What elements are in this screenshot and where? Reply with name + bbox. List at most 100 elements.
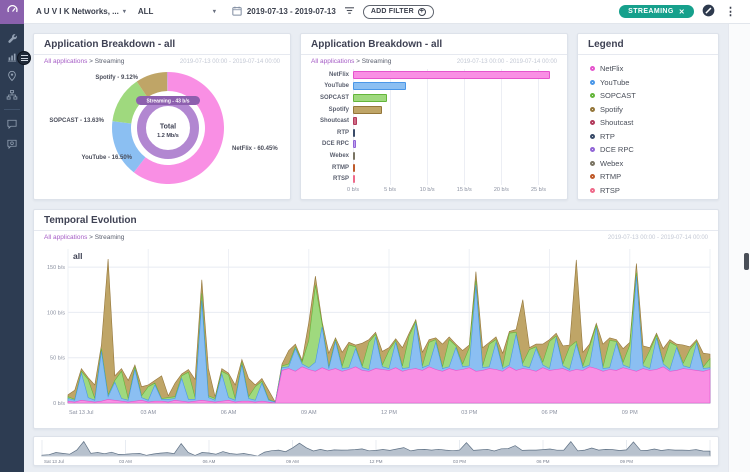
svg-text:09 PM: 09 PM xyxy=(620,459,633,464)
scope-dropdown-label: ALL xyxy=(138,7,154,16)
sidebar-item-map[interactable] xyxy=(0,68,24,84)
legend-item-rtp[interactable]: RTP xyxy=(590,130,706,144)
hbar-chart[interactable]: NetFlixYouTubeSOPCASTSpotifyShoutcastRTP… xyxy=(301,65,567,195)
legend-item-netflix[interactable]: NetFlix xyxy=(590,62,706,76)
sidebar-item-tools[interactable] xyxy=(0,30,24,46)
edit-circle-icon[interactable] xyxy=(702,4,715,19)
bar-rtp[interactable] xyxy=(353,129,355,137)
panel-temporal-evolution: Temporal Evolution All applications > St… xyxy=(33,209,719,429)
bar-row: YouTube xyxy=(353,81,557,93)
network-icon xyxy=(6,89,18,101)
wrench-icon xyxy=(6,32,18,44)
bar-row: Shoutcast xyxy=(353,115,557,127)
sidebar-item-chat[interactable] xyxy=(0,116,24,132)
gauge-icon xyxy=(6,3,19,21)
filter-lines-icon[interactable] xyxy=(344,6,355,17)
x-axis-tick: 5 b/s xyxy=(384,187,396,193)
panel-title: Application Breakdown - all xyxy=(301,34,567,55)
svg-text:Spotify - 9.12%: Spotify - 9.12% xyxy=(95,75,138,81)
svg-text:06 PM: 06 PM xyxy=(537,459,550,464)
breadcrumb-all-applications[interactable]: All applications xyxy=(44,58,87,65)
svg-text:12 PM: 12 PM xyxy=(381,410,397,416)
panel-meta: All applications > Streaming 2019-07-13 … xyxy=(34,55,290,65)
chip-remove-icon[interactable]: ✕ xyxy=(679,8,685,16)
scrollbar-thumb[interactable] xyxy=(744,253,749,270)
legend-item-spotify[interactable]: Spotify xyxy=(590,103,706,117)
svg-text:03 PM: 03 PM xyxy=(461,410,477,416)
breadcrumb-separator: > xyxy=(89,234,93,241)
legend-list: NetFlixYouTubeSOPCASTSpotifyShoutcast RTP… xyxy=(578,55,718,204)
bar-spotify[interactable] xyxy=(353,106,382,114)
scrollbar-track[interactable] xyxy=(728,24,750,472)
breadcrumb-all-applications[interactable]: All applications xyxy=(44,234,87,241)
breadcrumb-separator: > xyxy=(89,58,93,65)
bar-row: RTMP xyxy=(353,162,557,174)
bar-row: RTSP xyxy=(353,173,557,185)
breadcrumb-current: Streaming xyxy=(95,58,125,65)
legend-item-webex[interactable]: Webex xyxy=(590,157,706,171)
donut-chart[interactable]: Streaming - 43 b/sTotal1.2 Mb/sNetFlix -… xyxy=(34,65,290,193)
hbar-axis: 0 b/s5 b/s10 b/s15 b/s20 b/s25 b/s xyxy=(353,185,557,195)
add-filter-button[interactable]: ADD FILTER + xyxy=(363,5,434,19)
legend-color-icon xyxy=(590,107,595,112)
legend-item-dce-rpc[interactable]: DCE RPC xyxy=(590,143,706,157)
legend-item-youtube[interactable]: YouTube xyxy=(590,76,706,90)
org-dropdown-label: A U V I K Networks, ... xyxy=(36,7,119,16)
panel-app-breakdown-bars: Application Breakdown - all All applicat… xyxy=(300,33,568,200)
panel-date-range: 2019-07-13 00:00 - 2019-07-14 00:00 xyxy=(608,235,708,241)
x-axis-tick: 20 b/s xyxy=(494,187,509,193)
legend-label: RTP xyxy=(600,132,615,141)
sidebar-item-network-topology[interactable] xyxy=(0,87,24,103)
legend-item-rtmp[interactable]: RTMP xyxy=(590,170,706,184)
breadcrumb-all-applications[interactable]: All applications xyxy=(311,58,354,65)
scope-dropdown[interactable]: ALL ▾ xyxy=(138,7,216,16)
sidebar-collapse-button[interactable] xyxy=(17,51,31,65)
overview-area-chart[interactable]: Sat 13 Jul03 AM06 AM09 AM12 PM03 PM06 PM… xyxy=(38,438,714,465)
bar-shoutcast[interactable] xyxy=(353,117,357,125)
svg-text:NetFlix - 60.45%: NetFlix - 60.45% xyxy=(232,146,278,152)
x-axis-tick: 25 b/s xyxy=(531,187,546,193)
panel-app-breakdown-donut: Application Breakdown - all All applicat… xyxy=(33,33,291,200)
main-content: Application Breakdown - all All applicat… xyxy=(24,24,728,472)
legend-item-rtsp[interactable]: RTSP xyxy=(590,184,706,198)
svg-text:Streaming - 43 b/s: Streaming - 43 b/s xyxy=(146,99,189,105)
svg-text:12 PM: 12 PM xyxy=(370,459,383,464)
date-range-value: 2019-07-13 - 2019-07-13 xyxy=(247,7,336,16)
bar-netflix[interactable] xyxy=(353,71,550,79)
sidebar-divider xyxy=(4,109,20,110)
date-range-picker[interactable]: 2019-07-13 - 2019-07-13 xyxy=(232,6,336,18)
panel-legend: Legend NetFlixYouTubeSOPCASTSpotifyShout… xyxy=(577,33,719,200)
sidebar-item-dashboard[interactable] xyxy=(0,0,24,24)
sidebar-item-feedback[interactable] xyxy=(0,136,24,152)
bar-label: Webex xyxy=(307,153,349,159)
bar-rtsp[interactable] xyxy=(353,175,355,183)
feedback-bubble-icon xyxy=(6,138,18,150)
bar-youtube[interactable] xyxy=(353,82,406,90)
bar-rtmp[interactable] xyxy=(353,164,355,172)
svg-text:06 AM: 06 AM xyxy=(221,410,237,416)
bar-webex[interactable] xyxy=(353,152,355,160)
legend-item-sopcast[interactable]: SOPCAST xyxy=(590,89,706,103)
overview-timeline[interactable]: Sat 13 Jul03 AM06 AM09 AM12 PM03 PM06 PM… xyxy=(33,436,719,466)
panel-meta: All applications > Streaming 2019-07-13 … xyxy=(34,231,718,241)
top-cards-row: Application Breakdown - all All applicat… xyxy=(33,33,719,200)
filter-chip-streaming[interactable]: STREAMING ✕ xyxy=(619,5,694,18)
legend-color-icon xyxy=(590,66,595,71)
temporal-area-chart[interactable]: 0 b/s50 b/s100 b/s150 b/sSat 13 Jul03 AM… xyxy=(34,241,718,421)
legend-item-shoutcast[interactable]: Shoutcast xyxy=(590,116,706,130)
bar-label: NetFlix xyxy=(307,72,349,78)
bar-sopcast[interactable] xyxy=(353,94,387,102)
bar-label: Shoutcast xyxy=(307,118,349,124)
svg-text:06 PM: 06 PM xyxy=(542,410,558,416)
legend-color-icon xyxy=(590,93,595,98)
svg-text:09 AM: 09 AM xyxy=(301,410,317,416)
bar-row: Spotify xyxy=(353,104,557,116)
svg-text:03 AM: 03 AM xyxy=(119,459,132,464)
svg-text:SOPCAST - 13.63%: SOPCAST - 13.63% xyxy=(49,118,104,124)
kebab-menu-icon[interactable]: ⋮ xyxy=(723,5,738,18)
svg-text:Total: Total xyxy=(160,124,176,131)
x-axis-tick: 0 b/s xyxy=(347,187,359,193)
org-dropdown[interactable]: A U V I K Networks, ... ▾ xyxy=(36,7,126,16)
bar-dce-rpc[interactable] xyxy=(353,140,356,148)
svg-text:50 b/s: 50 b/s xyxy=(50,356,65,362)
